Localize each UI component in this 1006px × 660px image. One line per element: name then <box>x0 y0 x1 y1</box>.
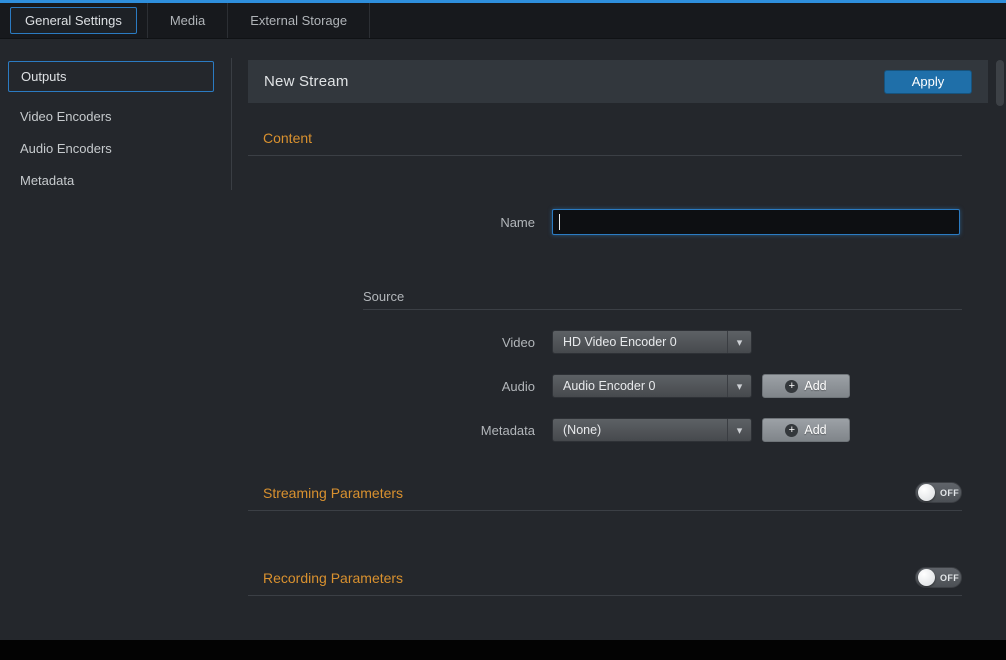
sidebar-item-metadata[interactable]: Metadata <box>0 166 232 195</box>
recording-toggle-state-label: OFF <box>940 573 959 583</box>
source-label: Source <box>363 289 962 304</box>
video-row: Video HD Video Encoder 0 ▾ <box>248 330 988 354</box>
toggle-knob <box>918 569 935 586</box>
name-label: Name <box>248 215 552 230</box>
scrollbar-thumb[interactable] <box>996 60 1004 106</box>
sidebar: Outputs Video Encoders Audio Encoders Me… <box>0 39 232 198</box>
audio-label: Audio <box>248 379 552 394</box>
chevron-down-icon: ▾ <box>727 419 751 441</box>
metadata-label: Metadata <box>248 423 552 438</box>
footer-bar <box>0 640 1006 660</box>
chevron-down-icon: ▾ <box>727 331 751 353</box>
tab-cell: General Settings <box>0 3 148 38</box>
audio-source-value: Audio Encoder 0 <box>553 379 655 393</box>
audio-source-select[interactable]: Audio Encoder 0 ▾ <box>552 374 752 398</box>
sidebar-item-audio-encoders[interactable]: Audio Encoders <box>0 134 232 163</box>
section-heading-content: Content <box>248 130 988 146</box>
text-cursor <box>559 214 560 230</box>
chevron-down-icon: ▾ <box>727 375 751 397</box>
metadata-source-value: (None) <box>553 423 601 437</box>
source-divider <box>363 309 962 310</box>
section-heading-streaming-parameters: Streaming Parameters <box>248 485 403 501</box>
section-divider <box>248 595 962 596</box>
source-group: Source <box>363 289 962 310</box>
add-metadata-button[interactable]: + Add <box>762 418 850 442</box>
streaming-toggle-state-label: OFF <box>940 488 959 498</box>
section-heading-recording-parameters: Recording Parameters <box>248 570 403 586</box>
name-input[interactable] <box>552 209 960 235</box>
recording-parameters-toggle[interactable]: OFF <box>915 567 962 588</box>
tab-general-settings[interactable]: General Settings <box>10 7 137 34</box>
page-title: New Stream <box>264 73 349 90</box>
sidebar-item-outputs[interactable]: Outputs <box>8 61 214 92</box>
main-panel: New Stream Apply Content Name Source Vid… <box>248 60 988 596</box>
sidebar-item-video-encoders[interactable]: Video Encoders <box>0 102 232 131</box>
sidebar-divider <box>231 58 232 190</box>
video-source-value: HD Video Encoder 0 <box>553 335 677 349</box>
panel-header: New Stream Apply <box>248 60 988 103</box>
video-source-select[interactable]: HD Video Encoder 0 ▾ <box>552 330 752 354</box>
section-divider <box>248 155 962 156</box>
tab-external-storage[interactable]: External Storage <box>232 7 365 34</box>
apply-button[interactable]: Apply <box>884 70 972 94</box>
add-metadata-label: Add <box>804 423 826 437</box>
metadata-source-select[interactable]: (None) ▾ <box>552 418 752 442</box>
video-label: Video <box>248 335 552 350</box>
tab-cell: External Storage <box>228 3 370 38</box>
toggle-knob <box>918 484 935 501</box>
plus-icon: + <box>785 424 798 437</box>
streaming-parameters-toggle[interactable]: OFF <box>915 482 962 503</box>
name-row: Name <box>248 209 988 235</box>
tab-cell: Media <box>148 3 228 38</box>
streaming-parameters-row: Streaming Parameters OFF <box>248 482 962 503</box>
tab-media[interactable]: Media <box>152 7 223 34</box>
section-divider <box>248 510 962 511</box>
add-audio-button[interactable]: + Add <box>762 374 850 398</box>
metadata-row: Metadata (None) ▾ + Add <box>248 418 988 442</box>
tab-bar: General Settings Media External Storage <box>0 3 1006 39</box>
recording-parameters-row: Recording Parameters OFF <box>248 567 962 588</box>
add-audio-label: Add <box>804 379 826 393</box>
name-input-wrap <box>552 209 960 235</box>
audio-row: Audio Audio Encoder 0 ▾ + Add <box>248 374 988 398</box>
plus-icon: + <box>785 380 798 393</box>
